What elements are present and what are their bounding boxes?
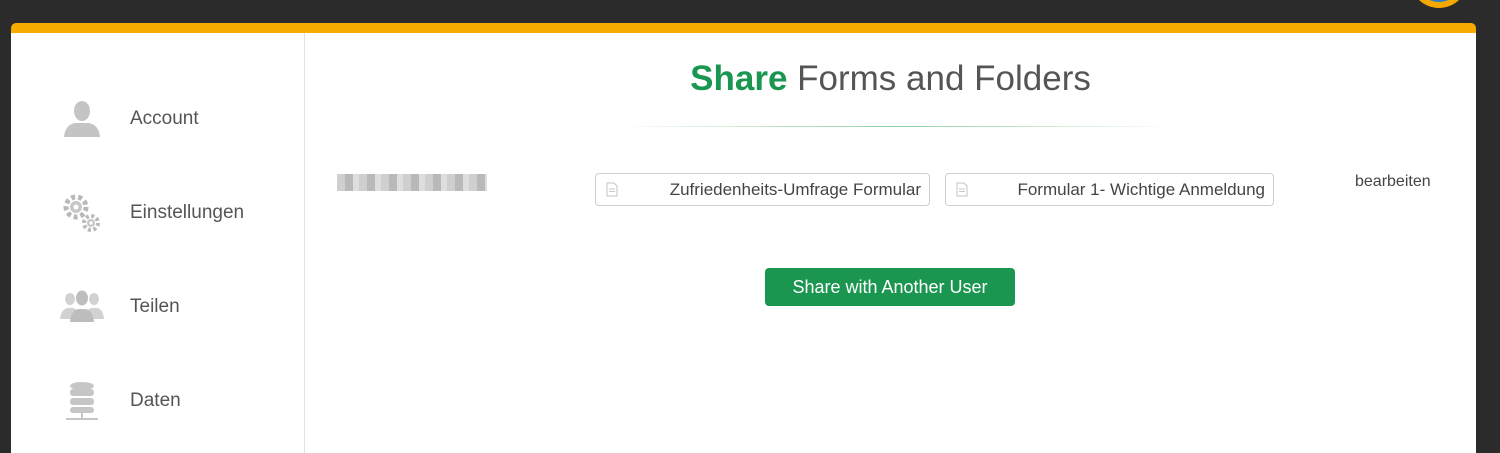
sidebar-item-teilen[interactable]: Teilen [11, 277, 304, 337]
shared-form-label: Formular 1- Wichtige Anmeldung [1017, 179, 1265, 199]
sidebar-item-label: Daten [130, 390, 181, 411]
page-title: Share Forms and Folders [305, 59, 1476, 99]
sidebar-item-daten[interactable]: Daten [11, 371, 304, 431]
user-avatar[interactable] [1410, 0, 1468, 8]
shared-form-label: Zufriedenheits-Umfrage Formular [669, 179, 921, 199]
document-icon [956, 182, 968, 202]
user-icon [57, 94, 107, 144]
sidebar-item-label: Account [130, 108, 199, 129]
settings-panel: Account Einstellungen Teilen Daten Share… [11, 23, 1476, 453]
database-icon [57, 376, 107, 426]
page-title-rest: Forms and Folders [787, 59, 1091, 98]
share-with-another-user-button[interactable]: Share with Another User [765, 268, 1015, 306]
sidebar-item-label: Teilen [130, 296, 180, 317]
users-icon [57, 282, 107, 332]
shared-form-chip[interactable]: Formular 1- Wichtige Anmeldung [945, 173, 1274, 206]
document-icon [606, 182, 618, 202]
sidebar-item-einstellungen[interactable]: Einstellungen [11, 183, 304, 243]
gears-icon [57, 188, 107, 238]
permission-label[interactable]: bearbeiten [1355, 173, 1431, 191]
shared-form-chip[interactable]: Zufriedenheits-Umfrage Formular [595, 173, 930, 206]
main-content: Share Forms and Folders Zufriedenheits-U… [305, 33, 1476, 453]
sidebar: Account Einstellungen Teilen Daten [11, 33, 305, 453]
sidebar-item-account[interactable]: Account [11, 89, 304, 149]
title-divider [615, 126, 1175, 127]
shared-user-name-blurred [337, 174, 487, 191]
sidebar-item-label: Einstellungen [130, 202, 245, 223]
page-title-accent: Share [690, 59, 788, 98]
